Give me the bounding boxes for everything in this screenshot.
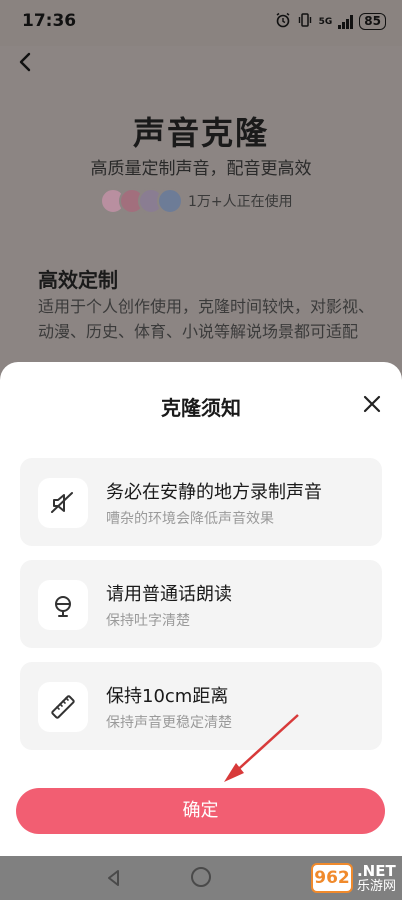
nav-back-button[interactable] — [104, 868, 124, 888]
close-button[interactable] — [360, 392, 384, 416]
notice-card-distance: 保持10cm距离 保持声音更稳定清楚 — [20, 662, 382, 750]
notice-card-mandarin: 请用普通话朗读 保持吐字清楚 — [20, 560, 382, 648]
alarm-icon — [275, 12, 291, 31]
vibrate-icon — [297, 12, 313, 31]
confirm-button[interactable]: 确定 — [16, 788, 385, 834]
navigation-bar: 962 .NET 乐游网 — [0, 856, 402, 900]
site-watermark: 962 .NET 乐游网 — [310, 860, 396, 896]
card-subtitle: 嘈杂的环境会降低声音效果 — [106, 511, 274, 527]
page-title: 声音克隆 — [132, 114, 269, 152]
watermark-number: 962 — [310, 863, 353, 893]
triangle-back-icon — [108, 870, 119, 886]
ruler-icon — [38, 682, 88, 732]
section-title: 高效定制 — [38, 268, 118, 292]
battery-indicator: 85 — [359, 13, 386, 30]
section-description: 适用于个人创作使用，克隆时间较快，对影视、动漫、历史、体育、小说等解说场景都可适… — [38, 297, 375, 341]
muted-speaker-icon — [38, 478, 88, 528]
status-time: 17:36 — [22, 11, 77, 31]
users-count-row: 1万+人正在使用 — [100, 186, 293, 216]
user-avatars — [100, 188, 183, 214]
clone-notice-sheet: 克隆须知 务必在安静的地方录制声音 嘈杂的环境会降低声音效果 请用普通话朗读 保… — [0, 362, 402, 856]
page-subtitle: 高质量定制声音，配音更高效 — [90, 159, 312, 179]
card-title: 务必在安静的地方录制声音 — [106, 482, 322, 503]
card-title: 保持10cm距离 — [106, 686, 229, 707]
back-button[interactable] — [12, 48, 40, 76]
chevron-left-icon — [19, 52, 31, 72]
sheet-title: 克隆须知 — [161, 396, 241, 420]
notice-card-quiet: 务必在安静的地方录制声音 嘈杂的环境会降低声音效果 — [20, 458, 382, 546]
nav-home-button[interactable] — [191, 867, 211, 887]
microphone-icon — [38, 580, 88, 630]
close-icon — [363, 395, 381, 413]
network-type: 5G — [318, 16, 333, 27]
signal-icon — [338, 14, 354, 29]
status-bar: 17:36 5G 85 — [0, 0, 402, 46]
watermark-domain: .NET — [356, 861, 396, 880]
annotation-arrow-icon — [224, 714, 299, 782]
avatar — [157, 188, 183, 214]
watermark-cn: 乐游网 — [356, 878, 396, 894]
users-count-text: 1万+人正在使用 — [188, 194, 293, 210]
card-title: 请用普通话朗读 — [106, 584, 232, 605]
background-page: 声音克隆 高质量定制声音，配音更高效 1万+人正在使用 高效定制 适用于个人创作… — [0, 46, 402, 376]
card-subtitle: 保持吐字清楚 — [106, 613, 190, 629]
status-icons: 5G 85 — [275, 12, 386, 31]
